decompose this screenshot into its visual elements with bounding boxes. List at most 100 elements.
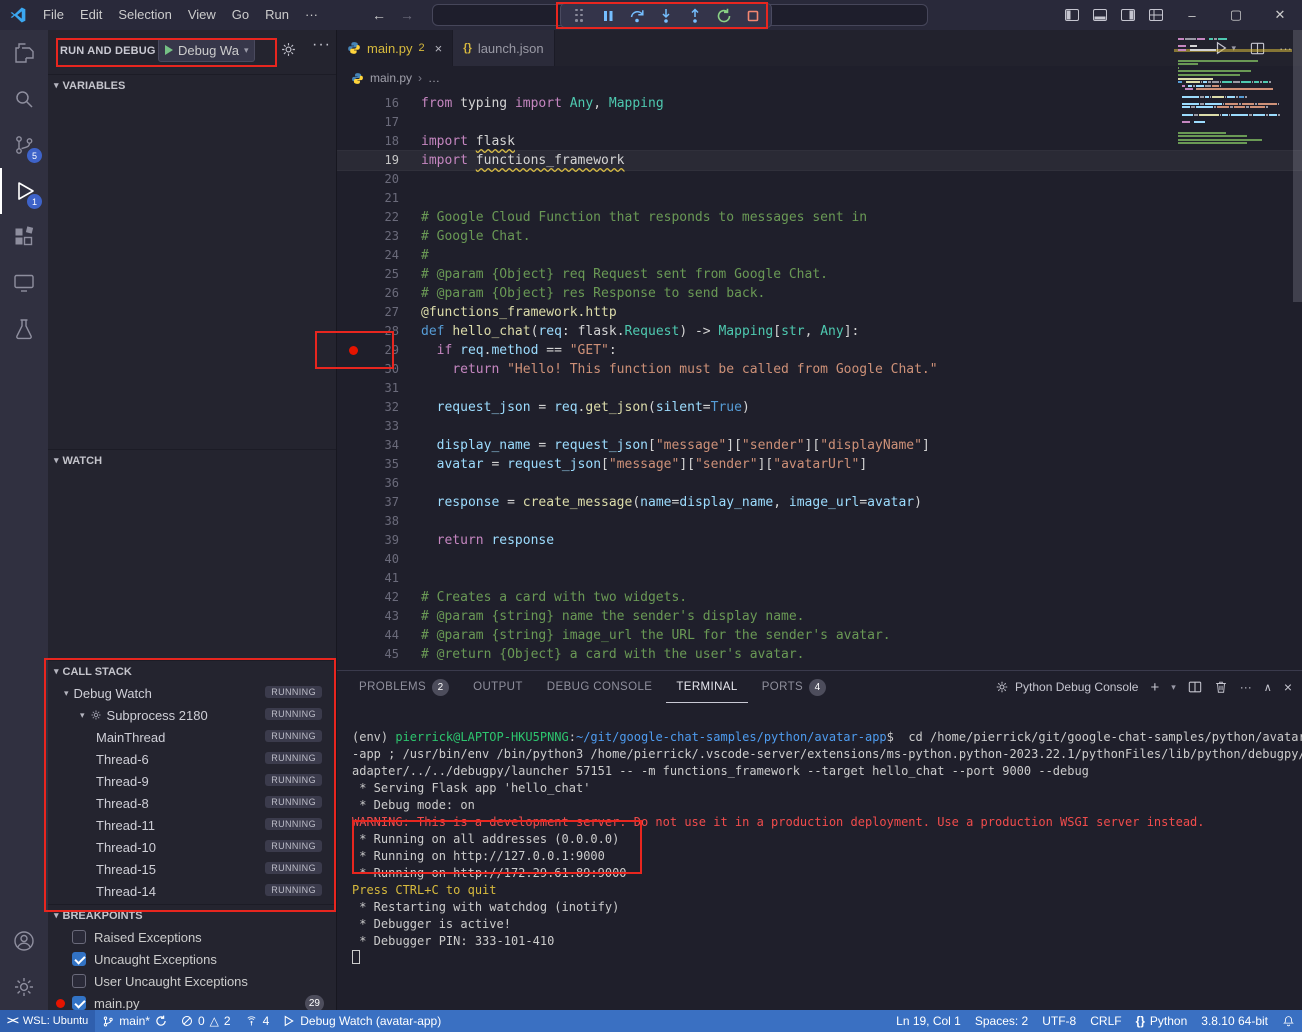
step-over-button[interactable] bbox=[624, 5, 650, 26]
line-gutter[interactable]: 21 bbox=[337, 189, 399, 208]
debug-session-status[interactable]: Debug Watch (avatar-app) bbox=[276, 1010, 448, 1032]
terminal-launch-chevron-icon[interactable]: ▾ bbox=[1171, 682, 1176, 693]
breakpoint-checkbox[interactable] bbox=[72, 952, 86, 966]
line-gutter[interactable]: 17 bbox=[337, 113, 399, 132]
menu-item-go[interactable]: Go bbox=[224, 0, 257, 30]
branch-status[interactable]: main* bbox=[95, 1010, 174, 1032]
callstack-row[interactable]: ▾Debug WatchRUNNING bbox=[48, 682, 336, 704]
code-line[interactable]: 34 display_name = request_json["message"… bbox=[337, 436, 1302, 455]
line-gutter[interactable]: 18 bbox=[337, 132, 399, 151]
terminal-profile-select[interactable]: Python Debug Console bbox=[995, 680, 1138, 694]
code-editor[interactable]: 16from typing import Any, Mapping1718imp… bbox=[337, 90, 1302, 670]
menu-item-run[interactable]: Run bbox=[257, 0, 297, 30]
line-gutter[interactable]: 31 bbox=[337, 379, 399, 398]
stop-button[interactable] bbox=[740, 5, 766, 26]
sidebar-item-remote-explorer[interactable] bbox=[0, 260, 48, 306]
callstack-row[interactable]: Thread-10RUNNING bbox=[48, 836, 336, 858]
line-gutter[interactable]: 23 bbox=[337, 227, 399, 246]
toggle-sidebar-button[interactable] bbox=[1058, 0, 1086, 30]
line-gutter[interactable]: 32 bbox=[337, 398, 399, 417]
toggle-secondary-sidebar-button[interactable] bbox=[1114, 0, 1142, 30]
eol-status[interactable]: CRLF bbox=[1083, 1010, 1128, 1032]
code-line[interactable]: 25# @param {Object} req Request sent fro… bbox=[337, 265, 1302, 284]
panel-tab-debug-console[interactable]: DEBUG CONSOLE bbox=[537, 671, 663, 703]
code-line[interactable]: 24# bbox=[337, 246, 1302, 265]
remote-indicator[interactable]: >< WSL: Ubuntu bbox=[0, 1010, 95, 1032]
sidebar-item-search[interactable] bbox=[0, 76, 48, 122]
breakpoint-row[interactable]: Raised Exceptions bbox=[48, 926, 336, 948]
code-line[interactable]: 44# @param {string} image_url the URL fo… bbox=[337, 626, 1302, 645]
code-line[interactable]: 36 bbox=[337, 474, 1302, 493]
line-gutter[interactable]: 35 bbox=[337, 455, 399, 474]
callstack-row[interactable]: Thread-6RUNNING bbox=[48, 748, 336, 770]
breakpoint-row[interactable]: User Uncaught Exceptions bbox=[48, 970, 336, 992]
code-line[interactable]: 32 request_json = req.get_json(silent=Tr… bbox=[337, 398, 1302, 417]
code-line[interactable]: 20 bbox=[337, 170, 1302, 189]
close-panel-button[interactable]: × bbox=[1284, 679, 1292, 695]
breakpoints-section-header[interactable]: ▾ BREAKPOINTS bbox=[48, 904, 336, 926]
code-line[interactable]: 37 response = create_message(name=displa… bbox=[337, 493, 1302, 512]
code-line[interactable]: 27@functions_framework.http bbox=[337, 303, 1302, 322]
close-icon[interactable]: × bbox=[435, 41, 443, 56]
launch-config-dropdown[interactable]: Debug Wa ▾ bbox=[158, 38, 255, 62]
views-more-actions-button[interactable]: ··· bbox=[312, 36, 331, 54]
line-gutter[interactable]: 40 bbox=[337, 550, 399, 569]
line-gutter[interactable]: 16 bbox=[337, 94, 399, 113]
breadcrumb-file[interactable]: main.py bbox=[370, 71, 412, 85]
line-gutter[interactable]: 25 bbox=[337, 265, 399, 284]
code-line[interactable]: 16from typing import Any, Mapping bbox=[337, 94, 1302, 113]
callstack-row[interactable]: Thread-14RUNNING bbox=[48, 880, 336, 902]
line-gutter[interactable]: 22 bbox=[337, 208, 399, 227]
line-gutter[interactable]: 38 bbox=[337, 512, 399, 531]
line-gutter[interactable]: 19 bbox=[337, 151, 399, 170]
variables-section-header[interactable]: ▾ VARIABLES bbox=[48, 74, 336, 96]
line-gutter[interactable]: 44 bbox=[337, 626, 399, 645]
menu-item-[interactable]: ··· bbox=[297, 0, 326, 30]
menu-item-edit[interactable]: Edit bbox=[72, 0, 110, 30]
sidebar-item-extensions[interactable] bbox=[0, 214, 48, 260]
debug-settings-button[interactable] bbox=[280, 41, 297, 58]
breadcrumb[interactable]: main.py › … bbox=[337, 66, 1302, 90]
sidebar-item-testing[interactable] bbox=[0, 306, 48, 352]
ports-status[interactable]: 4 bbox=[238, 1010, 277, 1032]
start-debug-icon[interactable] bbox=[165, 45, 173, 55]
settings-button[interactable] bbox=[0, 964, 48, 1010]
problems-status[interactable]: 0 △ 2 bbox=[174, 1010, 238, 1032]
forward-button[interactable]: → bbox=[400, 7, 414, 23]
maximize-panel-button[interactable]: ∧ bbox=[1264, 681, 1272, 694]
editor-scrollbar[interactable] bbox=[1293, 30, 1302, 302]
minimize-button[interactable]: – bbox=[1170, 0, 1214, 30]
line-gutter[interactable]: 28 bbox=[337, 322, 399, 341]
breakpoint-checkbox[interactable] bbox=[72, 930, 86, 944]
code-line[interactable]: 26# @param {Object} res Response to send… bbox=[337, 284, 1302, 303]
line-gutter[interactable]: 39 bbox=[337, 531, 399, 550]
encoding-status[interactable]: UTF-8 bbox=[1035, 1010, 1083, 1032]
line-gutter[interactable]: 42 bbox=[337, 588, 399, 607]
sidebar-item-source-control[interactable]: 5 bbox=[0, 122, 48, 168]
code-line[interactable]: 31 bbox=[337, 379, 1302, 398]
line-gutter[interactable]: 41 bbox=[337, 569, 399, 588]
callstack-row[interactable]: Thread-9RUNNING bbox=[48, 770, 336, 792]
callstack-row[interactable]: Thread-15RUNNING bbox=[48, 858, 336, 880]
kill-terminal-button[interactable] bbox=[1214, 680, 1228, 694]
pause-button[interactable] bbox=[595, 5, 621, 26]
code-line[interactable]: 40 bbox=[337, 550, 1302, 569]
code-line[interactable]: 38 bbox=[337, 512, 1302, 531]
maximize-button[interactable]: ▢ bbox=[1214, 0, 1258, 30]
breadcrumb-more[interactable]: … bbox=[428, 71, 440, 85]
callstack-row[interactable]: MainThreadRUNNING bbox=[48, 726, 336, 748]
terminal-output[interactable]: (env) pierrick@LAPTOP-HKU5PNNG:~/git/goo… bbox=[337, 703, 1302, 1011]
line-gutter[interactable]: 36 bbox=[337, 474, 399, 493]
language-mode[interactable]: {} Python bbox=[1129, 1010, 1195, 1032]
line-gutter[interactable]: 43 bbox=[337, 607, 399, 626]
line-gutter[interactable]: 30 bbox=[337, 360, 399, 379]
line-gutter[interactable]: 24 bbox=[337, 246, 399, 265]
new-terminal-button[interactable]: + bbox=[1150, 679, 1159, 696]
code-line[interactable]: 39 return response bbox=[337, 531, 1302, 550]
code-line[interactable]: 43# @param {string} name the sender's di… bbox=[337, 607, 1302, 626]
line-gutter[interactable]: 26 bbox=[337, 284, 399, 303]
close-button[interactable]: ✕ bbox=[1258, 0, 1302, 30]
code-line[interactable]: 23# Google Chat. bbox=[337, 227, 1302, 246]
menu-item-view[interactable]: View bbox=[180, 0, 224, 30]
code-line[interactable]: 29 if req.method == "GET": bbox=[337, 341, 1302, 360]
